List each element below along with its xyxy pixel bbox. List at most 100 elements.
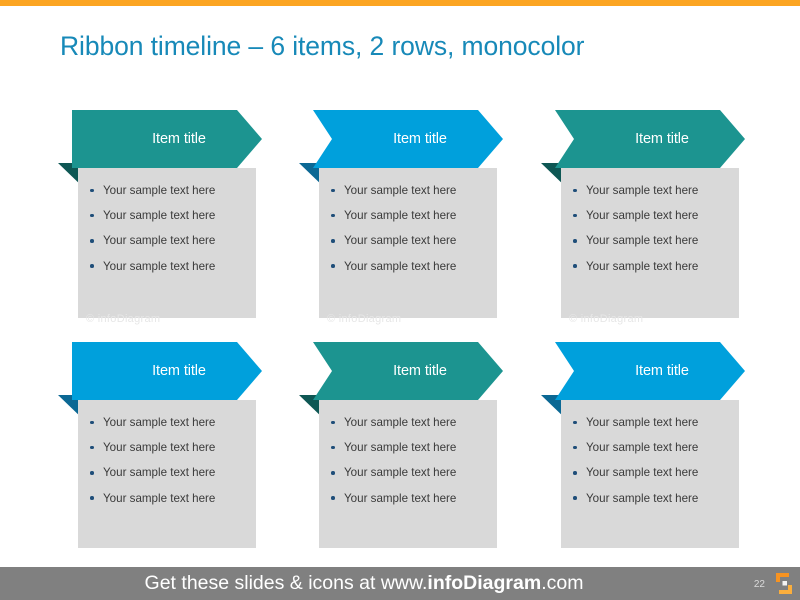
- bullet-dot-icon: [331, 496, 335, 500]
- footer-promo-text[interactable]: Get these slides & icons at www. infoDiag…: [0, 567, 800, 600]
- bullet-text: Your sample text here: [344, 491, 457, 505]
- bullet-text: Your sample text here: [344, 259, 457, 273]
- bullet-dot-icon: [573, 445, 577, 450]
- bullet-text: Your sample text here: [103, 491, 216, 505]
- ribbon-band-4: Item title: [72, 342, 262, 400]
- list-item: Your sample text here: [86, 254, 248, 279]
- bullet-dot-icon: [90, 213, 94, 218]
- ribbon-title-3: Item title: [635, 131, 689, 147]
- bullet-text: Your sample text here: [344, 184, 457, 197]
- page-title: Ribbon timeline – 6 items, 2 rows, monoc…: [60, 31, 585, 61]
- bullet-text: Your sample text here: [586, 184, 699, 197]
- footer-prefix: Get these slides & icons at www.: [144, 572, 428, 594]
- footer-suffix: .com: [541, 572, 584, 594]
- bullet-dot-icon: [573, 188, 577, 193]
- bullet-dot-icon: [90, 445, 94, 450]
- bullet-dot-icon: [331, 264, 335, 268]
- footer-bar: Get these slides & icons at www. infoDiag…: [0, 567, 800, 600]
- list-item: Your sample text here: [86, 410, 248, 435]
- ribbon-body-5: Your sample text here Your sample text h…: [319, 400, 497, 548]
- list-item: Your sample text here: [86, 228, 248, 253]
- bullet-dot-icon: [331, 420, 335, 425]
- list-item: Your sample text here: [86, 203, 248, 228]
- infodiagram-logo-icon: [776, 573, 792, 594]
- ribbon-title-5: Item title: [393, 363, 447, 379]
- ribbon-body-4: Your sample text here Your sample text h…: [78, 400, 256, 548]
- page-number: 22: [753, 579, 765, 590]
- bullet-text: Your sample text here: [103, 209, 216, 223]
- list-item: Your sample text here: [86, 435, 248, 460]
- list-item: Your sample text here: [569, 460, 731, 485]
- bullet-dot-icon: [90, 238, 94, 243]
- bullet-text: Your sample text here: [103, 184, 216, 197]
- footer-brand: infoDiagram: [427, 572, 542, 594]
- ribbon-title-1: Item title: [152, 131, 206, 147]
- ribbon-item-1[interactable]: Item title Your sample text here Your sa…: [58, 110, 262, 325]
- bullet-dot-icon: [573, 213, 577, 218]
- ribbon-band-6: Item title: [555, 342, 745, 400]
- bullet-dot-icon: [90, 264, 94, 268]
- bullet-dot-icon: [573, 264, 577, 268]
- bullet-text: Your sample text here: [103, 259, 216, 273]
- ribbon-item-3[interactable]: Item title Your sample text here Your sa…: [541, 110, 745, 325]
- bullet-text: Your sample text here: [586, 416, 699, 429]
- list-item: Your sample text here: [86, 178, 248, 203]
- bullet-dot-icon: [573, 470, 577, 475]
- bullet-dot-icon: [331, 470, 335, 475]
- list-item: Your sample text here: [327, 254, 489, 279]
- ribbon-body-3: Your sample text here Your sample text h…: [561, 168, 739, 318]
- ribbon-band-3: Item title: [555, 110, 745, 168]
- bullet-list-6: Your sample text here Your sample text h…: [569, 410, 731, 511]
- list-item: Your sample text here: [86, 486, 248, 511]
- list-item: Your sample text here: [569, 254, 731, 279]
- list-item: Your sample text here: [327, 178, 489, 203]
- ribbon-item-5[interactable]: Item title Your sample text here Your sa…: [299, 342, 503, 548]
- list-item: Your sample text here: [569, 435, 731, 460]
- bullet-text: Your sample text here: [344, 209, 457, 223]
- ribbon-body-1: Your sample text here Your sample text h…: [78, 168, 256, 318]
- list-item: Your sample text here: [569, 228, 731, 253]
- bullet-text: Your sample text here: [103, 234, 216, 248]
- list-item: Your sample text here: [569, 410, 731, 435]
- ribbon-title-2: Item title: [393, 131, 447, 147]
- bullet-text: Your sample text here: [344, 234, 457, 248]
- ribbon-item-2[interactable]: Item title Your sample text here Your sa…: [299, 110, 503, 325]
- bullet-list-1: Your sample text here Your sample text h…: [86, 178, 248, 279]
- list-item: Your sample text here: [569, 486, 731, 511]
- bullet-dot-icon: [90, 420, 94, 425]
- list-item: Your sample text here: [327, 435, 489, 460]
- bullet-dot-icon: [90, 188, 94, 193]
- list-item: Your sample text here: [327, 486, 489, 511]
- bullet-text: Your sample text here: [344, 416, 457, 429]
- top-accent-bar: [0, 0, 800, 6]
- bullet-text: Your sample text here: [103, 441, 216, 455]
- ribbon-title-6: Item title: [635, 363, 689, 379]
- bullet-list-3: Your sample text here Your sample text h…: [569, 178, 731, 279]
- ribbon-band-5: Item title: [313, 342, 503, 400]
- ribbon-item-4[interactable]: Item title Your sample text here Your sa…: [58, 342, 262, 548]
- bullet-dot-icon: [573, 238, 577, 243]
- bullet-dot-icon: [90, 496, 94, 500]
- list-item: Your sample text here: [327, 410, 489, 435]
- bullet-text: Your sample text here: [586, 441, 699, 455]
- bullet-dot-icon: [573, 420, 577, 425]
- bullet-dot-icon: [331, 213, 335, 218]
- bullet-dot-icon: [331, 188, 335, 193]
- list-item: Your sample text here: [569, 178, 731, 203]
- bullet-text: Your sample text here: [344, 441, 457, 455]
- bullet-dot-icon: [90, 470, 94, 475]
- bullet-text: Your sample text here: [586, 234, 699, 248]
- bullet-list-2: Your sample text here Your sample text h…: [327, 178, 489, 279]
- list-item: Your sample text here: [327, 460, 489, 485]
- slide-canvas: Ribbon timeline – 6 items, 2 rows, monoc…: [0, 0, 800, 600]
- bullet-text: Your sample text here: [586, 466, 699, 480]
- bullet-list-4: Your sample text here Your sample text h…: [86, 410, 248, 511]
- ribbon-title-4: Item title: [152, 363, 206, 379]
- bullet-dot-icon: [331, 445, 335, 450]
- ribbon-body-6: Your sample text here Your sample text h…: [561, 400, 739, 548]
- bullet-text: Your sample text here: [586, 209, 699, 223]
- ribbon-item-6[interactable]: Item title Your sample text here Your sa…: [541, 342, 745, 548]
- bullet-list-5: Your sample text here Your sample text h…: [327, 410, 489, 511]
- ribbon-body-2: Your sample text here Your sample text h…: [319, 168, 497, 318]
- ribbon-band-2: Item title: [313, 110, 503, 168]
